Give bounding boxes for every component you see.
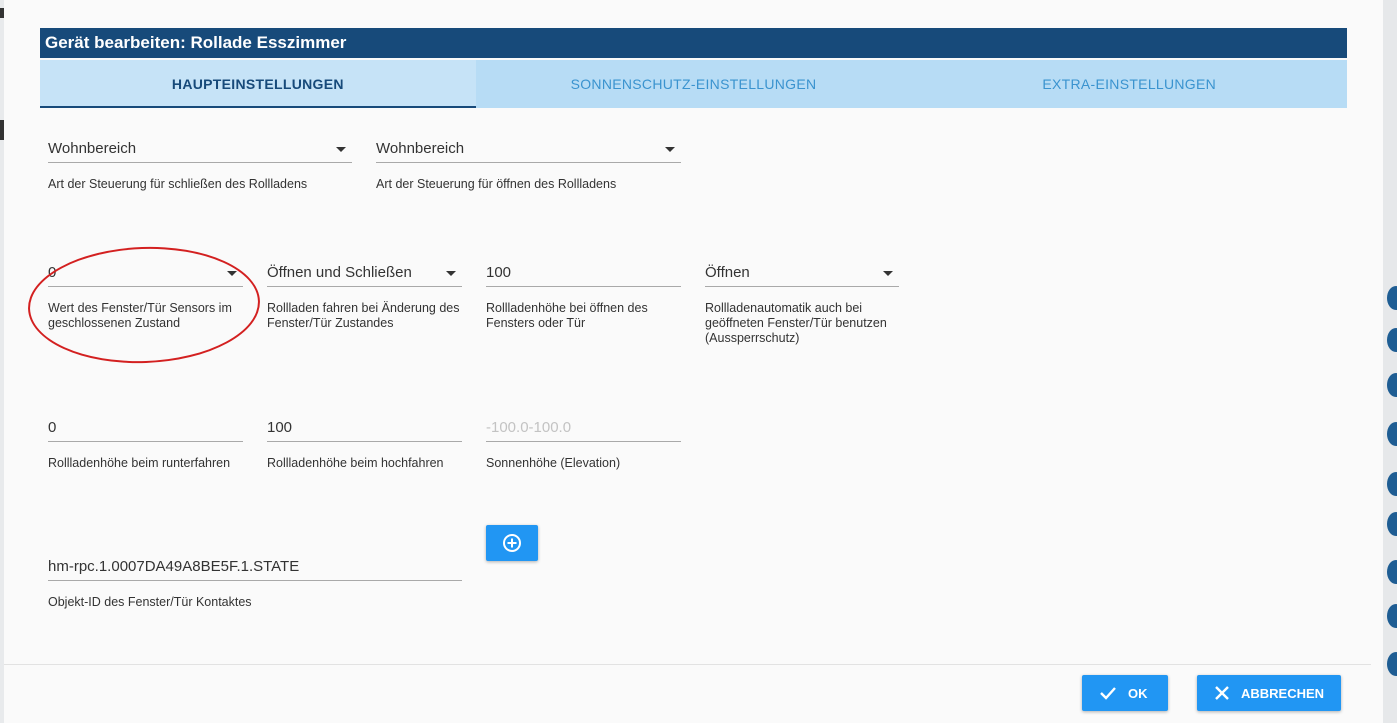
height-on-open-input[interactable]: 100 xyxy=(486,260,681,287)
dialog-title: Gerät bearbeiten: Rollade Esszimmer xyxy=(40,28,1347,58)
tab-sun-protection-settings[interactable]: SONNENSCHUTZ-EINSTELLUNGEN xyxy=(476,60,912,108)
elevation-help: Sonnenhöhe (Elevation) xyxy=(486,456,621,470)
open-control-help: Art der Steuerung für öffnen des Rolllad… xyxy=(376,177,617,191)
lockout-protection-help: Rollladenautomatik auch bei geöffneten F… xyxy=(705,301,887,345)
dropdown-arrow-icon xyxy=(446,271,456,276)
lockout-protection-value[interactable]: Öffnen xyxy=(705,260,899,287)
tab-extra-settings[interactable]: EXTRA-EINSTELLUNGEN xyxy=(911,60,1347,108)
contact-object-id-help: Objekt-ID des Fenster/Tür Kontaktes xyxy=(48,595,252,609)
height-down-field[interactable]: 0 Rollladenhöhe beim runterfahren xyxy=(48,415,243,471)
elevation-field[interactable]: -100.0-100.0 Sonnenhöhe (Elevation) xyxy=(486,415,681,471)
dropdown-arrow-icon xyxy=(883,271,893,276)
plus-circle-icon xyxy=(502,533,522,553)
move-on-change-value-text: Öffnen und Schließen xyxy=(267,264,412,281)
add-object-button[interactable] xyxy=(486,525,538,561)
contact-object-id-field[interactable]: hm-rpc.1.0007DA49A8BE5F.1.STATE Objekt-I… xyxy=(48,554,462,610)
dropdown-arrow-icon xyxy=(665,147,675,152)
lockout-protection-select[interactable]: Öffnen Rollladenautomatik auch bei geöff… xyxy=(705,260,899,346)
height-on-open-help: Rollladenhöhe bei öffnen des Fensters od… xyxy=(486,301,648,330)
tab-main-settings[interactable]: HAUPTEINSTELLUNGEN xyxy=(40,60,476,108)
close-control-help: Art der Steuerung für schließen des Roll… xyxy=(48,177,308,191)
dropdown-arrow-icon xyxy=(336,147,346,152)
close-control-value-text: Wohnbereich xyxy=(48,140,137,157)
height-up-help: Rollladenhöhe beim hochfahren xyxy=(267,456,444,470)
open-control-select[interactable]: Wohnbereich Art der Steuerung für öffnen… xyxy=(376,136,681,192)
elevation-input[interactable]: -100.0-100.0 xyxy=(486,415,681,442)
move-on-change-select[interactable]: Öffnen und Schließen Rollladen fahren be… xyxy=(267,260,462,331)
ok-button[interactable]: OK xyxy=(1082,675,1168,711)
close-icon xyxy=(1215,686,1229,700)
tab-bar: HAUPTEINSTELLUNGEN SONNENSCHUTZ-EINSTELL… xyxy=(40,60,1347,108)
ok-button-label: OK xyxy=(1128,685,1148,701)
close-control-select[interactable]: Wohnbereich Art der Steuerung für schlie… xyxy=(48,136,352,192)
check-icon xyxy=(1100,686,1116,700)
cancel-button[interactable]: ABBRECHEN xyxy=(1197,675,1341,711)
contact-object-id-input[interactable]: hm-rpc.1.0007DA49A8BE5F.1.STATE xyxy=(48,554,462,581)
open-control-value[interactable]: Wohnbereich xyxy=(376,136,681,163)
footer-divider xyxy=(4,664,1371,665)
edit-device-dialog: Gerät bearbeiten: Rollade Esszimmer HAUP… xyxy=(4,0,1383,723)
close-control-value[interactable]: Wohnbereich xyxy=(48,136,352,163)
height-up-input[interactable]: 100 xyxy=(267,415,462,442)
move-on-change-help: Rollladen fahren bei Änderung des Fenste… xyxy=(267,301,460,330)
background-app-right-edge xyxy=(1383,0,1397,723)
open-control-value-text: Wohnbereich xyxy=(376,140,465,157)
height-on-open-field[interactable]: 100 Rollladenhöhe bei öffnen des Fenster… xyxy=(486,260,681,331)
cancel-button-label: ABBRECHEN xyxy=(1241,685,1325,701)
move-on-change-value[interactable]: Öffnen und Schließen xyxy=(267,260,462,287)
height-down-input[interactable]: 0 xyxy=(48,415,243,442)
height-down-help: Rollladenhöhe beim runterfahren xyxy=(48,456,231,470)
lockout-protection-value-text: Öffnen xyxy=(705,264,750,281)
height-up-field[interactable]: 100 Rollladenhöhe beim hochfahren xyxy=(267,415,462,471)
